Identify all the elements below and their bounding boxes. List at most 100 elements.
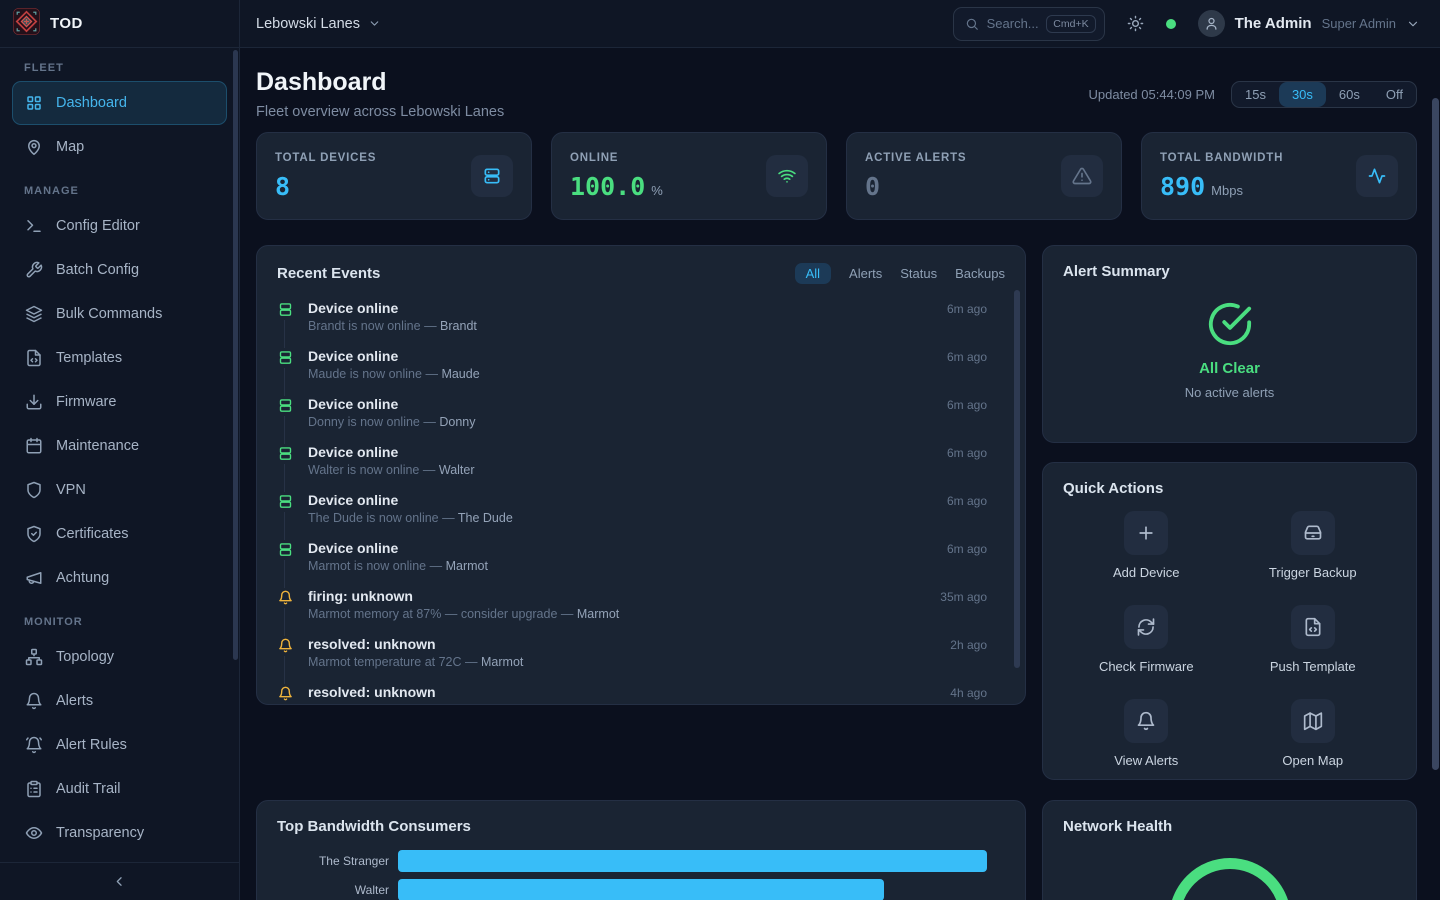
event-detail: Marmot temperature at 72C xyxy=(308,655,462,669)
sidebar-item-label: Transparency xyxy=(56,825,144,841)
sidebar-item-label: Map xyxy=(56,139,84,155)
stat-cards: TOTAL DEVICES 8 ONLINE 100.0% xyxy=(256,132,1417,220)
user-menu[interactable]: The Admin Super Admin xyxy=(1198,10,1420,37)
sidebar-item-alert-rules[interactable]: Alert Rules xyxy=(12,723,227,767)
sidebar-item-dashboard[interactable]: Dashboard xyxy=(12,81,227,125)
refresh-icon xyxy=(1124,605,1168,649)
alert-triangle-icon xyxy=(1061,155,1103,197)
check-circle-icon xyxy=(1207,301,1253,347)
brand-name: TOD xyxy=(50,15,83,32)
sidebar-item-maintenance[interactable]: Maintenance xyxy=(12,424,227,468)
sidebar-item-templates[interactable]: Templates xyxy=(12,336,227,380)
chevron-down-icon xyxy=(1406,17,1420,31)
events-scrollbar[interactable] xyxy=(1014,290,1020,668)
clipboard-list-icon xyxy=(25,780,43,798)
refresh-30s-button[interactable]: 30s xyxy=(1279,82,1326,107)
dashboard-icon xyxy=(25,94,43,112)
main-content: Dashboard Fleet overview across Lebowski… xyxy=(240,48,1440,900)
hard-drive-icon xyxy=(1291,511,1335,555)
event-row: firing: unknown35m ago Marmot memory at … xyxy=(277,588,1005,636)
refresh-15s-button[interactable]: 15s xyxy=(1232,82,1279,107)
event-row: Device online6m ago Walter is now online… xyxy=(277,444,1005,492)
event-detail: Walter is now online xyxy=(308,463,419,477)
page-scrollbar[interactable] xyxy=(1432,98,1439,770)
recent-events-title: Recent Events xyxy=(277,265,380,282)
alert-summary-panel: Alert Summary All Clear No active alerts xyxy=(1042,245,1417,443)
shield-check-icon xyxy=(25,525,43,543)
sidebar-item-certificates[interactable]: Certificates xyxy=(12,512,227,556)
alert-detail-text: No active alerts xyxy=(1185,385,1275,400)
activity-icon xyxy=(1356,155,1398,197)
sidebar-item-alerts[interactable]: Alerts xyxy=(12,679,227,723)
event-device: Brandt xyxy=(440,319,477,333)
app-logo-icon xyxy=(13,8,40,40)
event-time: 35m ago xyxy=(940,590,1005,604)
add-device-button[interactable]: Add Device xyxy=(1063,511,1230,580)
view-alerts-button[interactable]: View Alerts xyxy=(1063,699,1230,768)
search-input[interactable] xyxy=(987,16,1039,31)
event-detail: Marmot memory at 87% — consider upgrade xyxy=(308,607,557,621)
event-detail: Donny is now online xyxy=(308,415,420,429)
sidebar-item-vpn[interactable]: VPN xyxy=(12,468,227,512)
event-time: 6m ago xyxy=(947,446,1005,460)
sidebar-item-label: VPN xyxy=(56,482,86,498)
wrench-icon xyxy=(25,261,43,279)
shield-icon xyxy=(25,481,43,499)
event-detail: Marmot is now online xyxy=(308,559,426,573)
event-separator: — xyxy=(425,367,438,381)
global-search[interactable]: Cmd+K xyxy=(953,7,1105,41)
action-label: Trigger Backup xyxy=(1269,565,1357,580)
refresh-60s-button[interactable]: 60s xyxy=(1326,82,1373,107)
open-map-button[interactable]: Open Map xyxy=(1230,699,1397,768)
calendar-icon xyxy=(25,437,43,455)
events-tab-all[interactable]: All xyxy=(795,263,831,284)
sidebar-item-topology[interactable]: Topology xyxy=(12,635,227,679)
org-switcher[interactable]: Lebowski Lanes xyxy=(256,16,381,32)
sidebar-item-config-editor[interactable]: Config Editor xyxy=(12,204,227,248)
sidebar-item-audit-trail[interactable]: Audit Trail xyxy=(12,767,227,811)
server-icon xyxy=(277,540,293,560)
event-row: Device online6m ago Brandt is now online… xyxy=(277,300,1005,348)
bell-icon xyxy=(277,684,293,704)
brand: TOD xyxy=(0,0,240,47)
sidebar-item-map[interactable]: Map xyxy=(12,125,227,169)
refresh-off-button[interactable]: Off xyxy=(1373,82,1416,107)
sidebar-item-label: Certificates xyxy=(56,526,129,542)
sidebar-item-bulk-commands[interactable]: Bulk Commands xyxy=(12,292,227,336)
sidebar-scrollbar[interactable] xyxy=(233,50,238,660)
sidebar-item-label: Bulk Commands xyxy=(56,306,162,322)
server-icon xyxy=(277,300,293,320)
page-subtitle: Fleet overview across Lebowski Lanes xyxy=(256,104,504,120)
recent-events-panel: Recent Events All Alerts Status Backups xyxy=(256,245,1026,705)
sidebar-item-label: Achtung xyxy=(56,570,109,586)
events-tab-alerts[interactable]: Alerts xyxy=(849,266,882,281)
theme-toggle-sun-icon[interactable] xyxy=(1127,15,1144,32)
events-tab-backups[interactable]: Backups xyxy=(955,266,1005,281)
sidebar-item-label: Config Editor xyxy=(56,218,140,234)
event-device: Maude xyxy=(441,367,479,381)
events-tab-status[interactable]: Status xyxy=(900,266,937,281)
file-icon xyxy=(25,349,43,367)
map-pin-icon xyxy=(25,138,43,156)
event-device: Walter xyxy=(439,463,475,477)
action-label: Open Map xyxy=(1282,753,1343,768)
sidebar-collapse-button[interactable] xyxy=(0,862,239,900)
sidebar-item-transparency[interactable]: Transparency xyxy=(12,811,227,855)
bell-icon xyxy=(277,588,293,608)
sidebar-item-achtung[interactable]: Achtung xyxy=(12,556,227,600)
sidebar-item-label: Dashboard xyxy=(56,95,127,111)
push-template-button[interactable]: Push Template xyxy=(1230,605,1397,674)
event-separator: — xyxy=(424,319,437,333)
check-firmware-button[interactable]: Check Firmware xyxy=(1063,605,1230,674)
stat-label: TOTAL BANDWIDTH xyxy=(1160,152,1283,164)
sidebar-item-batch-config[interactable]: Batch Config xyxy=(12,248,227,292)
plus-icon xyxy=(1124,511,1168,555)
sidebar-item-firmware[interactable]: Firmware xyxy=(12,380,227,424)
event-row: Device online6m ago The Dude is now onli… xyxy=(277,492,1005,540)
trigger-backup-button[interactable]: Trigger Backup xyxy=(1230,511,1397,580)
event-device: Donny xyxy=(439,415,475,429)
event-title: Device online xyxy=(308,492,398,508)
event-separator: — xyxy=(465,655,478,669)
stat-card-active-alerts: ACTIVE ALERTS 0 xyxy=(846,132,1122,220)
top-bandwidth-title: Top Bandwidth Consumers xyxy=(277,818,1005,835)
